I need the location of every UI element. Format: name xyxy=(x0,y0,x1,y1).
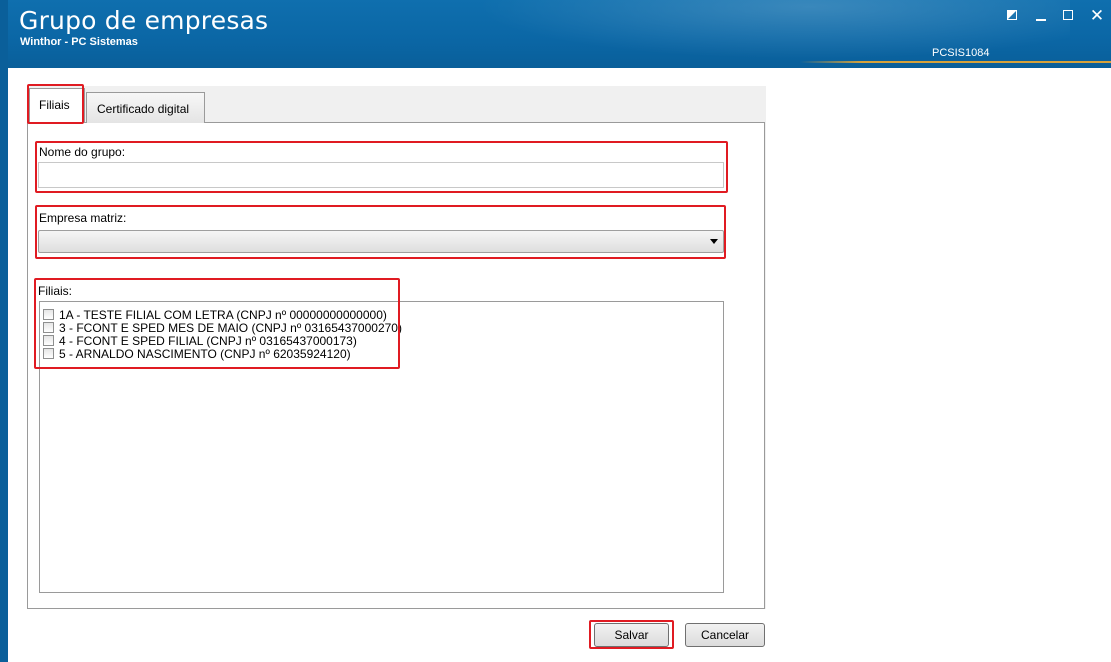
tab-certificado-digital-label: Certificado digital xyxy=(97,102,190,116)
cancel-button[interactable]: Cancelar xyxy=(685,623,765,647)
highlight-tab-filiais xyxy=(27,84,84,124)
highlight-branches xyxy=(34,278,400,369)
tab-certificado-digital[interactable]: Certificado digital xyxy=(86,92,205,123)
minimize-icon[interactable] xyxy=(1033,8,1049,24)
window-subtitle: Winthor - PC Sistemas xyxy=(20,36,138,48)
maximize-icon[interactable] xyxy=(1061,8,1077,24)
window-title: Grupo de empresas xyxy=(19,6,269,35)
highlight-group-name xyxy=(35,141,728,193)
window-left-border xyxy=(0,0,8,662)
routine-code: PCSIS1084 xyxy=(932,47,990,59)
highlight-save-button xyxy=(589,620,674,649)
close-icon[interactable]: ✕ xyxy=(1089,8,1105,25)
window-controls: ✕ xyxy=(1005,8,1105,25)
highlight-matrix-company xyxy=(35,205,726,259)
restore-icon[interactable] xyxy=(1005,8,1021,24)
title-accent-line xyxy=(800,61,1111,63)
